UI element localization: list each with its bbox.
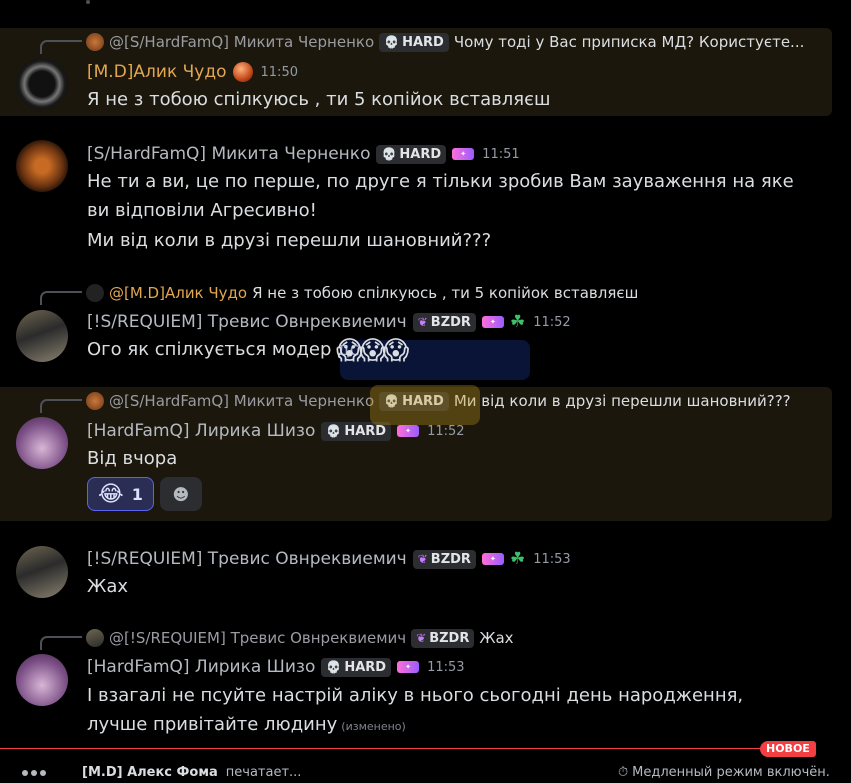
slowmode-text: Медленный режим включён. bbox=[632, 765, 830, 780]
stopwatch-icon: ⏱ bbox=[618, 765, 629, 780]
reply-author[interactable]: @[M.D]Алик Чудо bbox=[109, 284, 247, 302]
reply-text: Я не з тобою спілкуюсь , ти 5 копійок вс… bbox=[252, 284, 639, 302]
reply-avatar bbox=[86, 33, 104, 51]
role-tag: 💀HARD bbox=[376, 144, 447, 164]
message-text: Жах bbox=[87, 576, 129, 597]
reaction-emoji: 😂 bbox=[98, 481, 124, 507]
skull-icon: 💀 bbox=[381, 147, 397, 161]
avatar[interactable] bbox=[16, 58, 68, 110]
role-tag: ❦ BZDR bbox=[412, 549, 476, 569]
timestamp[interactable]: 11:50 bbox=[261, 65, 298, 80]
message-5[interactable]: [!S/REQUIEM] Тревис Овнреквиемич ❦ BZDR ✦… bbox=[0, 546, 832, 606]
reply-avatar bbox=[86, 284, 104, 302]
reply-avatar bbox=[86, 392, 104, 410]
new-messages-divider bbox=[0, 748, 810, 749]
message-header: [S/HardFamQ] Микита Черненко 💀 HARD ✦ 11:… bbox=[87, 142, 520, 166]
author-name[interactable]: [!S/REQUIEM] Тревис Овнреквиемич bbox=[87, 549, 407, 569]
typing-text: печатает... bbox=[225, 765, 302, 780]
slowmode-indicator[interactable]: ⏱ Медленный режим включён. bbox=[618, 765, 830, 780]
reply-spine bbox=[40, 291, 82, 305]
timestamp[interactable]: 11:52 bbox=[533, 315, 570, 330]
reply-spine bbox=[40, 399, 82, 413]
add-reaction-icon: ☻ bbox=[172, 484, 190, 504]
avatar[interactable] bbox=[16, 417, 68, 469]
message-6[interactable]: @[!S/REQUIEM] Тревис Овнреквиемич ❦ BZDR … bbox=[0, 627, 832, 737]
butterfly-icon: ❦ bbox=[417, 552, 428, 566]
role-tag: 💀HARD bbox=[379, 32, 449, 52]
clover-icon: ☘ bbox=[509, 312, 526, 332]
avatar[interactable] bbox=[16, 310, 68, 362]
server-badge-icon bbox=[232, 62, 253, 82]
message-text: Ми від коли в друзі перешли шановний??? bbox=[87, 230, 492, 251]
reply-preview[interactable]: @[!S/REQUIEM] Тревис Овнреквиемич ❦ BZDR … bbox=[86, 627, 514, 649]
flair-badge-icon: ✦ bbox=[397, 661, 420, 673]
reply-spine bbox=[40, 636, 82, 650]
timestamp[interactable]: 11:53 bbox=[427, 660, 464, 675]
reply-preview[interactable]: @[M.D]Алик Чудо Я не з тобою спілкуюсь ,… bbox=[86, 282, 638, 304]
reply-text: Жах bbox=[479, 629, 514, 647]
reply-author[interactable]: @[!S/REQUIEM] Тревис Овнреквиемич bbox=[109, 629, 406, 647]
message-header: [M.D]Алик Чудо 11:50 bbox=[87, 60, 298, 84]
author-name[interactable]: [!S/REQUIEM] Тревис Овнреквиемич bbox=[87, 312, 407, 332]
message-header: [HardFamQ] Лирика Шизо 💀 HARD ✦ 11:53 bbox=[87, 655, 465, 679]
reactions-bar: 😂 1 ☻ bbox=[87, 477, 202, 511]
role-tag: ❦ BZDR bbox=[412, 312, 476, 332]
author-name[interactable]: [HardFamQ] Лирика Шизо bbox=[87, 421, 315, 441]
reaction-laugh[interactable]: 😂 1 bbox=[87, 477, 154, 511]
timestamp[interactable]: 11:53 bbox=[533, 552, 570, 567]
role-tag: 💀HARD bbox=[321, 657, 392, 677]
flair-badge-icon: ✦ bbox=[481, 316, 504, 328]
avatar[interactable] bbox=[16, 140, 68, 192]
typing-user: [M.D] Алекс Фома bbox=[82, 765, 218, 780]
message-text: Я не з тобою спілкуюсь , ти 5 копійок вс… bbox=[87, 89, 551, 110]
reply-text: Чому тоді у Вас приписка МД? Користуєте.… bbox=[453, 33, 805, 51]
butterfly-icon: ❦ bbox=[417, 315, 428, 329]
message-text: І взагалі не псуйте настрій аліку в ньог… bbox=[87, 685, 744, 735]
reply-spine bbox=[40, 40, 82, 54]
typing-dots-icon bbox=[22, 769, 46, 776]
overlay-emoji: 😱😱😱 bbox=[336, 336, 409, 366]
message-1[interactable]: @[S/HardFamQ] Микита Черненко 💀 HARD Чому… bbox=[0, 28, 832, 116]
flair-badge-icon: ✦ bbox=[452, 148, 475, 160]
clover-icon: ☘ bbox=[509, 549, 526, 569]
role-tag: ❦ BZDR bbox=[411, 628, 475, 648]
reply-preview[interactable]: @[S/HardFamQ] Микита Черненко 💀 HARD Чому… bbox=[86, 31, 804, 53]
add-reaction-button[interactable]: ☻ bbox=[159, 477, 202, 511]
author-name[interactable]: [S/HardFamQ] Микита Черненко bbox=[87, 144, 370, 164]
avatar[interactable] bbox=[16, 546, 68, 598]
chat-message-list: @[S/HardFamQ] Микита Черненко 💀 HARD Чому… bbox=[0, 0, 851, 783]
reply-author[interactable]: @[S/HardFamQ] Микита Черненко bbox=[109, 33, 374, 51]
avatar[interactable] bbox=[16, 654, 68, 706]
timestamp[interactable]: 11:51 bbox=[482, 147, 519, 162]
edited-label: (изменено) bbox=[341, 720, 406, 733]
scroll-dot bbox=[86, 0, 90, 4]
message-text: Від вчора bbox=[87, 448, 178, 469]
skull-icon: 💀 bbox=[384, 35, 400, 49]
reply-avatar bbox=[86, 629, 104, 647]
new-messages-badge: НОВОЕ bbox=[760, 741, 816, 757]
reaction-count: 1 bbox=[131, 484, 143, 504]
message-2[interactable]: [S/HardFamQ] Микита Черненко 💀 HARD ✦ 11:… bbox=[0, 140, 832, 260]
typing-indicator: [M.D] Алекс Фома печатает... bbox=[22, 765, 301, 780]
flair-badge-icon: ✦ bbox=[481, 553, 504, 565]
butterfly-icon: ❦ bbox=[416, 631, 427, 645]
author-name[interactable]: [HardFamQ] Лирика Шизо bbox=[87, 657, 315, 677]
skull-icon: 💀 bbox=[326, 660, 342, 674]
message-text: Не ти а ви, це по перше, по друге я тіль… bbox=[87, 171, 794, 221]
author-name[interactable]: [M.D]Алик Чудо bbox=[87, 62, 227, 82]
message-header: [!S/REQUIEM] Тревис Овнреквиемич ❦ BZDR ✦… bbox=[87, 547, 571, 571]
